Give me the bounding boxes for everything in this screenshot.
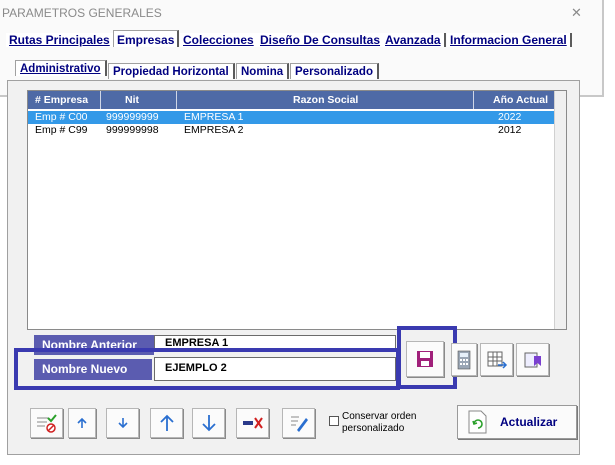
bookmark-icon: [524, 352, 541, 367]
check-remove-icon: [36, 414, 57, 433]
list-header: # Empresa Nit Razon Social Año Actual: [28, 91, 566, 109]
tab-avanzada[interactable]: Avanzada: [382, 33, 446, 47]
tab-propiedad-horizontal[interactable]: Propiedad Horizontal: [108, 63, 235, 79]
update-label: Actualizar: [500, 415, 558, 429]
col-header-empresa[interactable]: # Empresa: [35, 94, 88, 106]
arrow-down-large-icon: [201, 415, 216, 432]
cell-razon-social: EMPRESA 2: [184, 124, 244, 136]
arrow-up-large-icon: [159, 414, 174, 431]
cell-razon-social: EMPRESA 1: [184, 111, 244, 123]
keep-order-label: Conservar orden personalizado: [342, 411, 417, 434]
table-arrow-icon: [487, 351, 507, 369]
save-button[interactable]: [406, 341, 444, 377]
col-header-nit[interactable]: Nit: [125, 94, 139, 106]
arrow-up-icon: [77, 417, 87, 428]
cell-empresa: Emp # C99: [35, 124, 88, 136]
tab-administrativo[interactable]: Administrativo: [15, 60, 107, 76]
update-button[interactable]: Actualizar: [457, 405, 577, 439]
select-remove-button[interactable]: [30, 408, 63, 438]
cell-anio: 2022: [498, 111, 522, 123]
calculator-icon: [457, 350, 471, 369]
tab-personalizado[interactable]: Personalizado: [290, 63, 379, 79]
col-header-razon-social[interactable]: Razon Social: [293, 94, 358, 106]
delete-button[interactable]: [236, 408, 269, 438]
table-row[interactable]: Emp # C99 999999998 EMPRESA 2 2012: [28, 124, 566, 137]
window-title: PARAMETROS GENERALES: [2, 6, 162, 20]
cell-empresa: Emp # C00: [35, 111, 88, 123]
company-list[interactable]: # Empresa Nit Razon Social Año Actual Em…: [27, 90, 567, 330]
move-up-small-button[interactable]: [68, 408, 96, 438]
table-export-button[interactable]: [480, 343, 513, 376]
edit-pencil-icon: [290, 416, 308, 432]
new-name-highlight: [14, 348, 400, 390]
delete-icon: [242, 417, 263, 429]
cell-nit: 999999999: [106, 111, 159, 123]
close-icon[interactable]: ✕: [571, 5, 582, 21]
tab-diseno-consultas[interactable]: Diseño De Consultas: [257, 33, 386, 47]
floppy-save-icon: [417, 351, 433, 367]
move-top-button[interactable]: [150, 408, 183, 438]
cell-anio: 2012: [498, 124, 522, 136]
tab-nomina[interactable]: Nomina: [236, 63, 290, 79]
calculator-button[interactable]: [451, 343, 477, 376]
tab-informacion-general[interactable]: Informacion General: [447, 33, 572, 47]
cell-nit: 999999998: [106, 124, 159, 136]
edit-button[interactable]: [282, 408, 315, 438]
tab-empresas[interactable]: Empresas: [113, 30, 180, 47]
tab-colecciones[interactable]: Colecciones: [180, 33, 259, 47]
refresh-document-icon: [468, 410, 487, 434]
tab-rutas-principales[interactable]: Rutas Principales: [6, 33, 115, 47]
list-scrollbar[interactable]: [554, 91, 566, 329]
col-header-anio-actual[interactable]: Año Actual: [493, 94, 548, 106]
keep-order-checkbox[interactable]: [329, 416, 339, 426]
bookmark-button[interactable]: [516, 343, 549, 376]
table-row[interactable]: Emp # C00 999999999 EMPRESA 1 2022: [28, 111, 566, 124]
move-down-small-button[interactable]: [106, 408, 139, 438]
arrow-down-icon: [117, 418, 128, 429]
move-bottom-button[interactable]: [192, 408, 225, 438]
